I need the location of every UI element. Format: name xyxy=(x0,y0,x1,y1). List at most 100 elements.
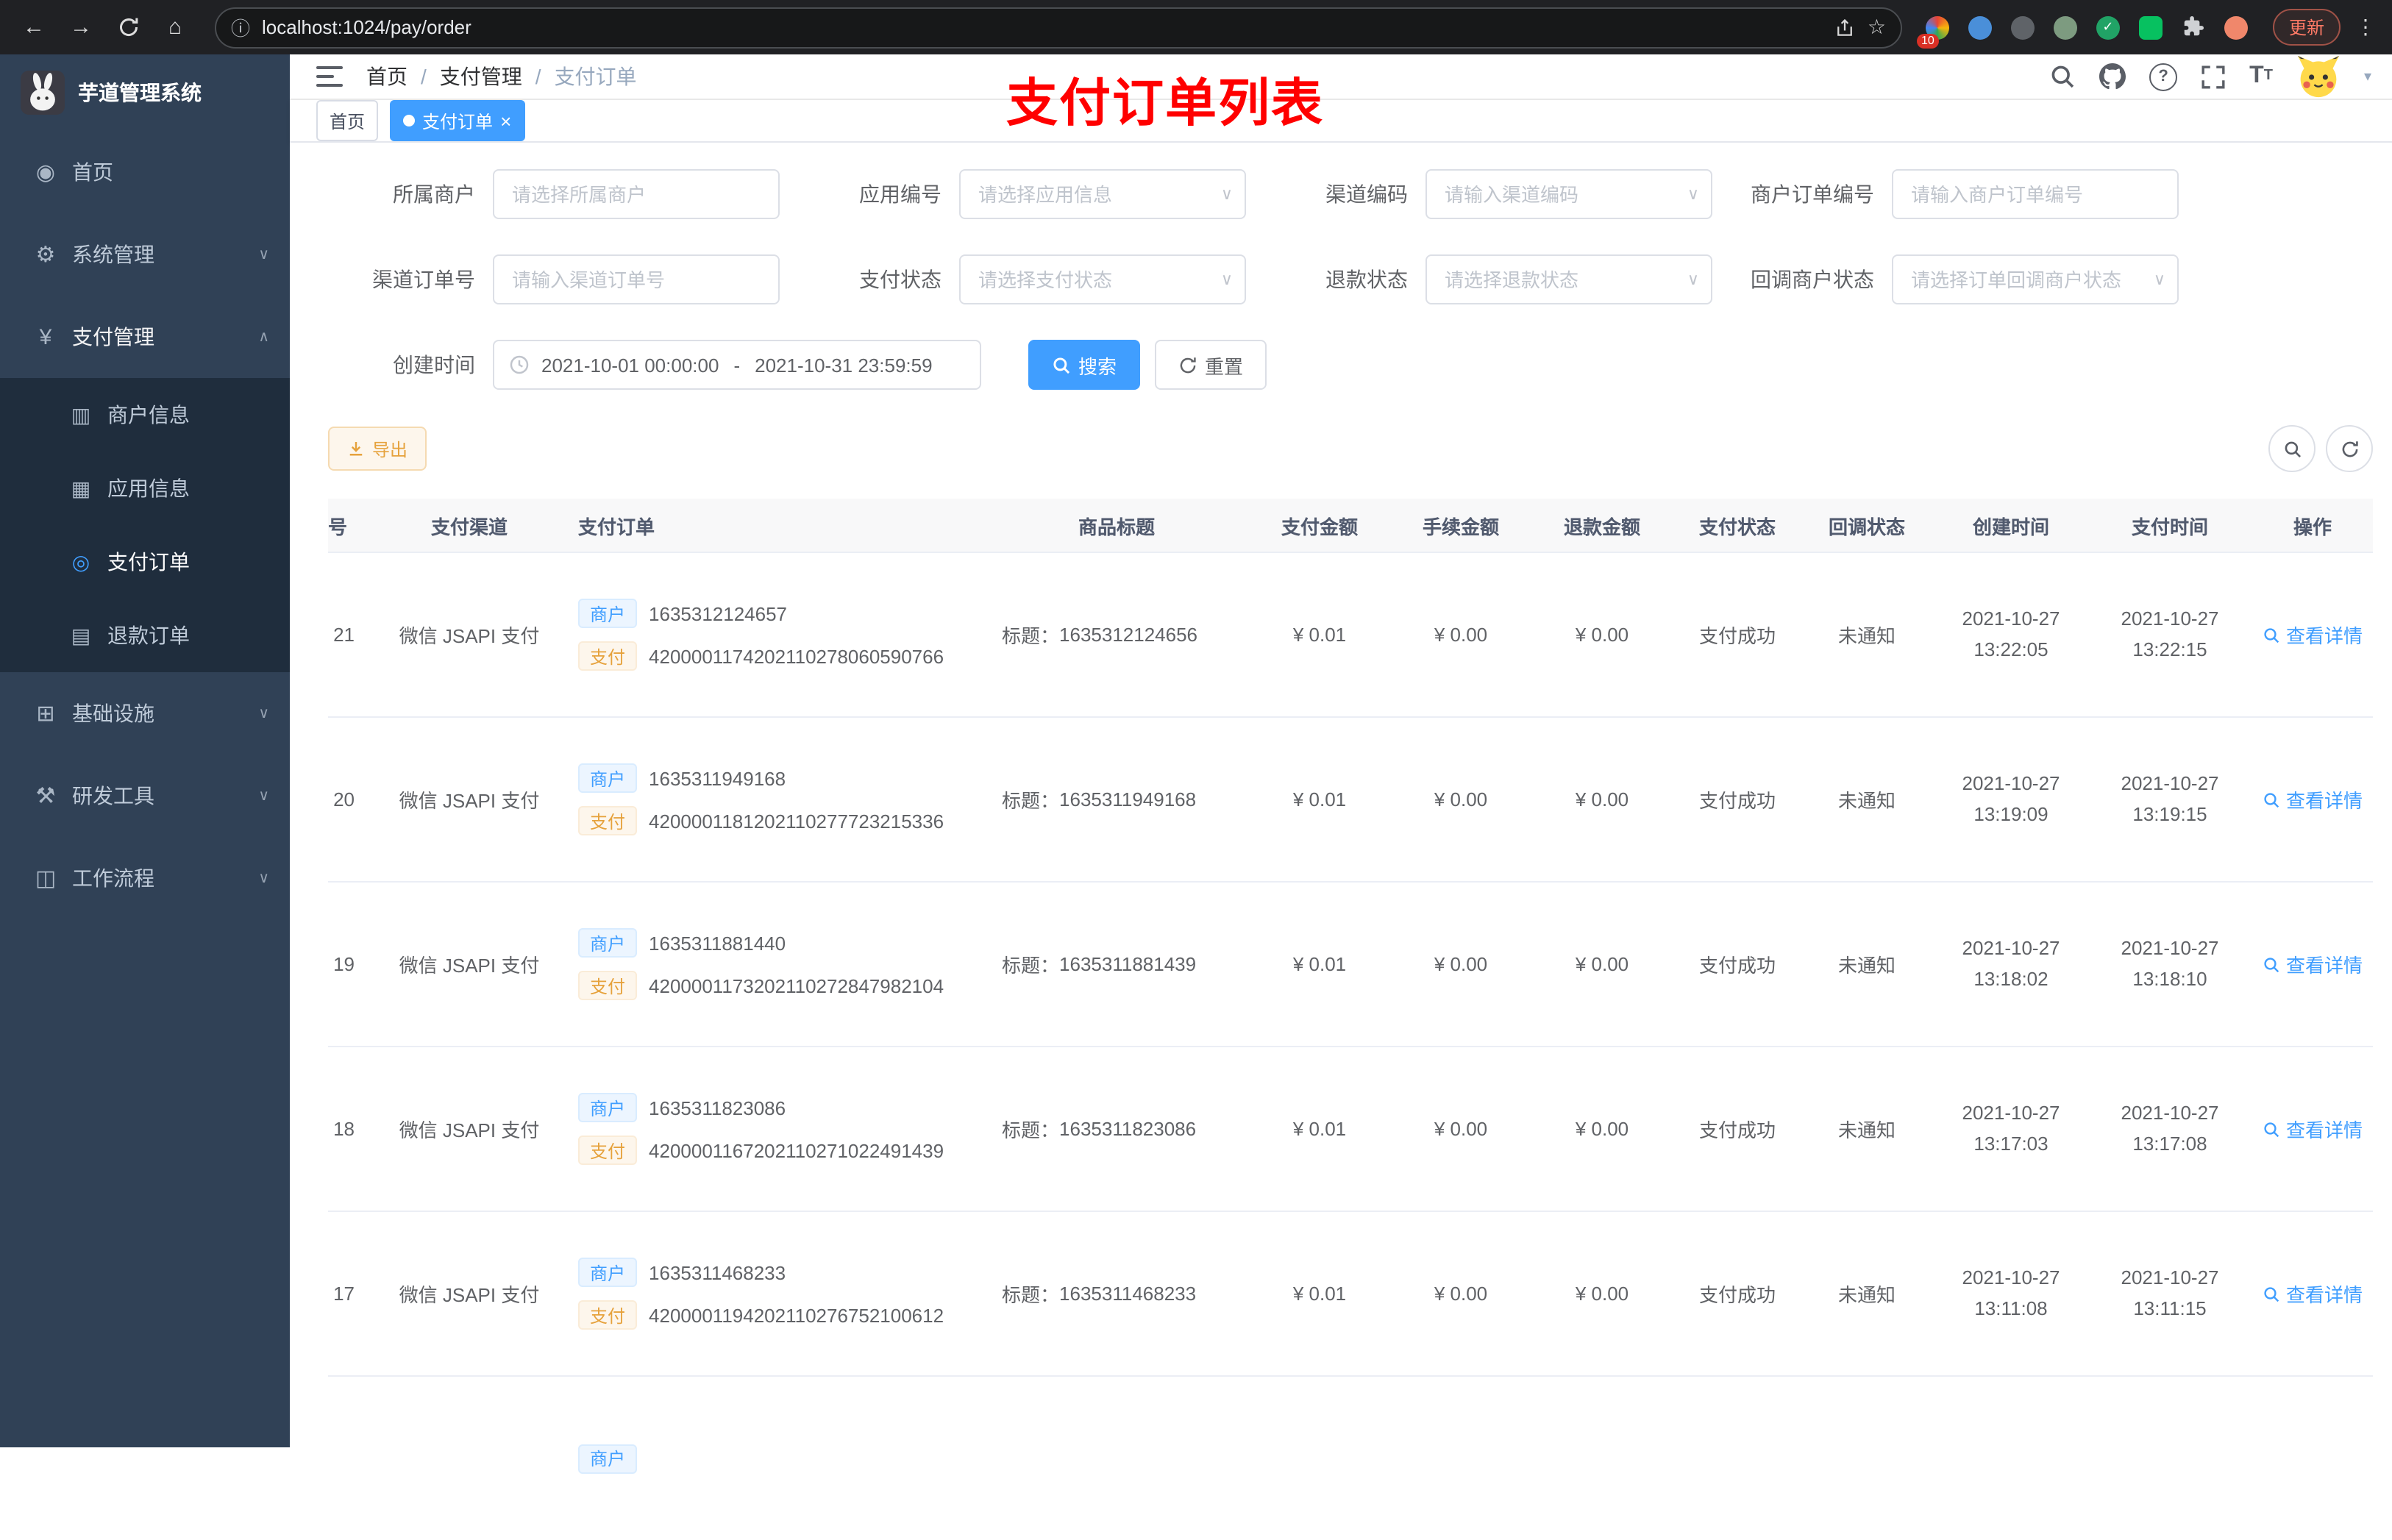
filter-merchant-order-no: 商户订单编号 xyxy=(1727,169,2179,219)
browser-profile-avatar[interactable] xyxy=(2221,13,2251,42)
chevron-down-icon: ∨ xyxy=(258,788,269,804)
document-icon: ▤ xyxy=(71,623,91,646)
pay-status-select[interactable] xyxy=(959,254,1246,304)
user-avatar[interactable] xyxy=(2296,54,2341,99)
view-detail-link[interactable]: 查看详情 xyxy=(2249,718,2373,881)
pay-tag: 支付 xyxy=(578,971,638,1000)
table-body: 21 微信 JSAPI 支付 商户 1635312124657 支付 42000… xyxy=(328,553,2373,1377)
view-detail-link[interactable]: 查看详情 xyxy=(2249,1047,2373,1211)
table-row: 18 微信 JSAPI 支付 商户 1635311823086 支付 42000… xyxy=(328,1047,2373,1212)
site-info-icon[interactable]: ⓘ xyxy=(231,13,250,41)
reload-icon[interactable] xyxy=(109,8,147,46)
sidebar-item-refund-orders[interactable]: ▤ 退款订单 xyxy=(0,599,290,672)
cell-channel: 微信 JSAPI 支付 xyxy=(399,790,540,812)
browser-update-button[interactable]: 更新 xyxy=(2272,9,2341,46)
view-detail-link[interactable]: 查看详情 xyxy=(2249,883,2373,1046)
table-header: 编号 支付渠道 支付订单 商品标题 支付金额 手续金额 退款金额 支付状态 回调… xyxy=(328,499,2373,553)
search-icon[interactable] xyxy=(2049,63,2076,90)
table-row: 19 微信 JSAPI 支付 商户 1635311881440 支付 42000… xyxy=(328,883,2373,1047)
search-icon xyxy=(2264,957,2279,972)
browser-menu-icon[interactable]: ⋮ xyxy=(2354,15,2377,40)
cell-id: 21 xyxy=(333,624,355,646)
collapse-menu-icon[interactable] xyxy=(316,65,343,88)
search-button[interactable]: 搜索 xyxy=(1028,340,1141,390)
filter-notify-status: 回调商户状态 ∨ xyxy=(1727,254,2179,304)
back-icon[interactable]: ← xyxy=(15,8,53,46)
font-size-icon[interactable]: TT xyxy=(2249,64,2273,88)
view-detail-link[interactable]: 查看详情 xyxy=(2249,553,2373,716)
cell-title: 标题： 1635311823086 xyxy=(1002,1118,1197,1141)
merchant-order-no-input[interactable] xyxy=(1892,169,2179,219)
app-id-select[interactable] xyxy=(959,169,1246,219)
breadcrumb-home[interactable]: 首页 xyxy=(366,62,407,91)
filter-app-id: 应用编号 ∨ xyxy=(794,169,1246,219)
help-icon[interactable]: ? xyxy=(2149,63,2178,90)
active-dot xyxy=(403,115,416,126)
cell-id: 17 xyxy=(333,1283,355,1305)
filter-channel-code: 渠道编码 ∨ xyxy=(1261,169,1712,219)
cell-pay-time: 2021-10-27 13:18:10 xyxy=(2121,937,2219,990)
app-logo: 芋道管理系统 xyxy=(0,54,290,131)
extension-icon-chat[interactable] xyxy=(2136,13,2165,42)
merchant-select[interactable] xyxy=(493,169,780,219)
view-detail-link[interactable]: 查看详情 xyxy=(2249,1212,2373,1375)
refresh-table-button[interactable] xyxy=(2326,425,2373,472)
cell-channel: 微信 JSAPI 支付 xyxy=(399,955,540,977)
chevron-down-icon: ∨ xyxy=(258,870,269,886)
cell-status: 支付成功 xyxy=(1698,955,1776,977)
avatar-caret-icon[interactable]: ▾ xyxy=(2364,68,2371,85)
cell-pay-time: 2021-10-27 13:22:15 xyxy=(2121,607,2219,660)
bookmark-star-icon[interactable]: ☆ xyxy=(1868,15,1886,40)
merchant-tag: 商户 xyxy=(578,763,638,793)
extension-icon-green[interactable] xyxy=(2051,13,2080,42)
channel-order-no-input[interactable] xyxy=(493,254,780,304)
channel-code-select[interactable] xyxy=(1425,169,1712,219)
extensions-puzzle-icon[interactable] xyxy=(2179,13,2208,42)
sidebar-item-dev-tools[interactable]: ⚒ 研发工具 ∨ xyxy=(0,755,290,837)
extension-icon-check[interactable]: ✓ xyxy=(2093,13,2123,42)
share-icon[interactable] xyxy=(1835,17,1856,38)
sidebar-item-workflow[interactable]: ◫ 工作流程 ∨ xyxy=(0,837,290,919)
extension-icon-colorful[interactable]: 10 xyxy=(1916,13,1952,48)
refund-status-select[interactable] xyxy=(1425,254,1712,304)
breadcrumb: 首页 / 支付管理 / 支付订单 xyxy=(366,62,637,91)
cell-notify-status: 未通知 xyxy=(1837,1119,1896,1141)
sidebar-item-app-info[interactable]: ▦ 应用信息 xyxy=(0,452,290,525)
filters-row-1: 所属商户 应用编号 ∨ 渠道编码 ∨ 商户订单编号 xyxy=(328,169,2373,219)
sidebar-item-payment-management[interactable]: ¥ 支付管理 ∧ xyxy=(0,296,290,378)
cell-status: 支付成功 xyxy=(1698,1119,1776,1141)
extension-icon-translate[interactable] xyxy=(2008,13,2037,42)
orders-table: 编号 支付渠道 支付订单 商品标题 支付金额 手续金额 退款金额 支付状态 回调… xyxy=(328,499,2373,1540)
address-bar[interactable]: ⓘ localhost:1024/pay/order ☆ xyxy=(215,7,1902,48)
search-icon xyxy=(2264,792,2279,808)
fullscreen-icon[interactable] xyxy=(2201,64,2226,89)
cell-title: 标题： 1635312124656 xyxy=(1002,624,1198,647)
export-button[interactable]: 导出 xyxy=(328,427,427,471)
sidebar-item-infrastructure[interactable]: ⊞ 基础设施 ∨ xyxy=(0,672,290,755)
breadcrumb-current: 支付订单 xyxy=(554,65,637,88)
cell-status: 支付成功 xyxy=(1698,625,1776,647)
filters-row-3: 创建时间 2021-10-01 00:00:00 - 2021-10-31 23… xyxy=(328,340,2373,390)
table-toolbar: 导出 xyxy=(328,425,2373,472)
cell-amount: ¥ 0.01 xyxy=(1292,953,1347,975)
sidebar-item-system-management[interactable]: ⚙ 系统管理 ∨ xyxy=(0,213,290,296)
notify-status-select[interactable] xyxy=(1892,254,2179,304)
date-range-input[interactable]: 2021-10-01 00:00:00 - 2021-10-31 23:59:5… xyxy=(493,340,981,390)
home-icon[interactable]: ⌂ xyxy=(156,8,194,46)
tab-payment-orders[interactable]: 支付订单 × xyxy=(390,100,525,141)
tab-home[interactable]: 首页 xyxy=(316,100,379,141)
merchant-tag: 商户 xyxy=(578,599,638,628)
record-icon: ◎ xyxy=(71,549,90,573)
show-search-button[interactable] xyxy=(2268,425,2316,472)
close-tab-icon[interactable]: × xyxy=(500,111,511,130)
cell-channel: 微信 JSAPI 支付 xyxy=(399,625,540,647)
breadcrumb-payment[interactable]: 支付管理 xyxy=(440,62,522,91)
sidebar-item-payment-orders[interactable]: ◎ 支付订单 xyxy=(0,525,290,599)
forward-icon[interactable]: → xyxy=(62,8,100,46)
sidebar-item-merchant-info[interactable]: ▥ 商户信息 xyxy=(0,378,290,452)
github-icon[interactable] xyxy=(2099,63,2126,90)
reset-button[interactable]: 重置 xyxy=(1155,340,1267,390)
sidebar-item-home[interactable]: ◉ 首页 xyxy=(0,131,290,213)
gear-icon: ⚙ xyxy=(35,243,56,268)
extension-icon-pin[interactable] xyxy=(1965,13,1995,42)
